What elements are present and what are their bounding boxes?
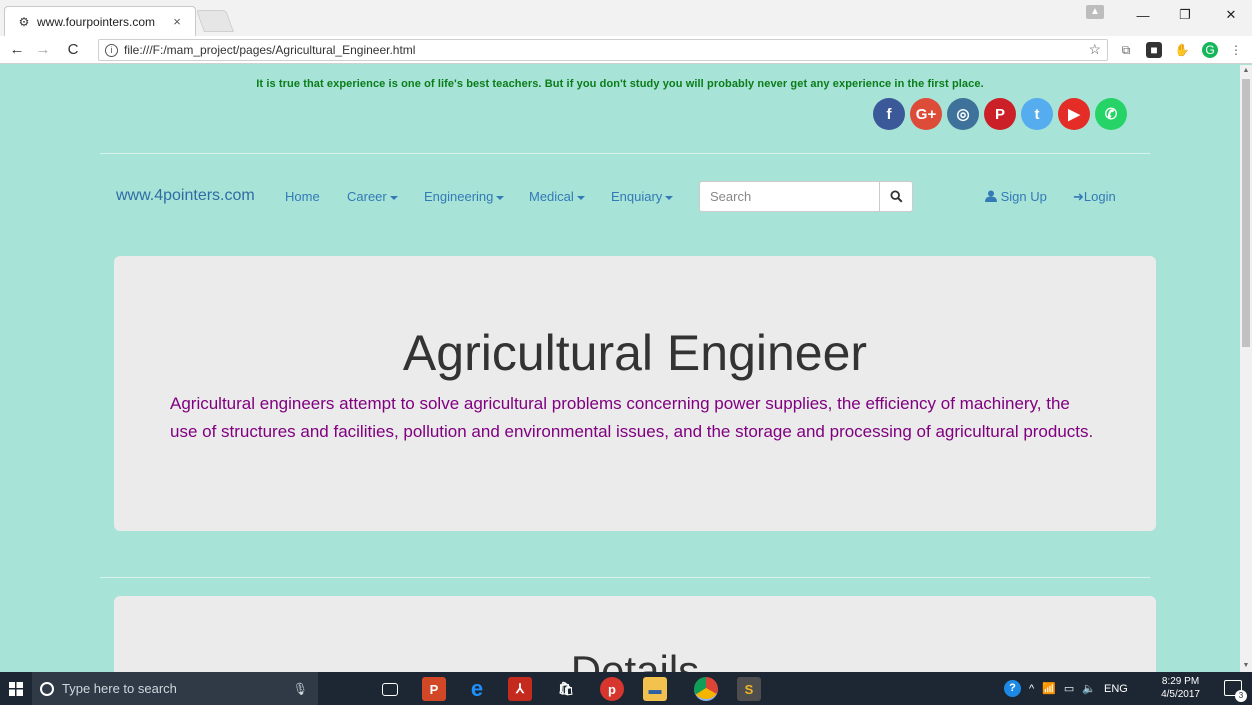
volume-icon[interactable]: 🔈 — [1082, 682, 1096, 695]
search-form — [699, 181, 913, 212]
network-icon[interactable]: 📶 — [1042, 682, 1056, 695]
browser-menu-icon[interactable]: ⋮ — [1228, 42, 1244, 58]
caret-down-icon — [665, 195, 674, 200]
chevron-up-icon[interactable]: ^ — [1029, 683, 1034, 695]
help-icon[interactable]: ? — [1004, 680, 1021, 697]
store-icon[interactable]: 🛍 — [554, 677, 578, 701]
page-title: Agricultural Engineer — [402, 325, 868, 381]
nav-enquiry-label: Enquiary — [611, 189, 663, 204]
close-window-button[interactable]: ✕ — [1210, 0, 1252, 30]
start-button[interactable] — [0, 672, 32, 705]
taskbar-search-box[interactable]: Type here to search 🎙 — [32, 672, 318, 705]
task-view-icon[interactable] — [382, 683, 398, 696]
social-links: f G+ ◎ Pt ▶ ✆ — [873, 98, 1127, 130]
page-viewport: It is true that experience is one of lif… — [0, 65, 1240, 672]
caret-down-icon — [389, 195, 398, 200]
twitter-icon[interactable]: t — [1021, 98, 1053, 130]
divider — [100, 577, 1150, 578]
login-link[interactable]: ➜Login — [1073, 189, 1116, 205]
notification-count: 3 — [1235, 690, 1247, 702]
restore-button[interactable]: ❐ — [1164, 0, 1206, 30]
pdf-reader-icon[interactable]: p — [600, 677, 624, 701]
clock-date: 4/5/2017 — [1161, 689, 1200, 700]
signup-link[interactable]: Sign Up — [985, 189, 1047, 204]
page-description: Agricultural engineers attempt to solve … — [170, 394, 1094, 441]
page-scrollbar[interactable]: ▲ ▼ — [1240, 65, 1252, 672]
instagram-icon[interactable]: ◎ — [947, 98, 979, 130]
chrome-icon[interactable] — [694, 677, 718, 701]
brand-link[interactable]: www.4pointers.com — [116, 187, 255, 205]
main-jumbotron: Agricultural Engineer Agricultural engin… — [114, 256, 1156, 531]
address-toolbar: ← → C i file:///F:/mam_project/pages/Agr… — [0, 36, 1252, 64]
site-navbar: www.4pointers.com Home Career Engineerin… — [0, 180, 1240, 220]
caret-down-icon — [576, 195, 585, 200]
nav-engineering[interactable]: Engineering — [424, 189, 505, 204]
minimize-button[interactable]: — — [1122, 0, 1164, 30]
details-jumbotron: Details — [114, 596, 1156, 672]
profile-icon[interactable]: ▲ — [1086, 5, 1104, 19]
clock[interactable]: 8:29 PM 4/5/2017 — [1161, 675, 1200, 701]
search-icon — [889, 190, 903, 203]
site-favicon-icon: ⚙ — [18, 14, 30, 29]
battery-icon[interactable]: ▭ — [1064, 682, 1074, 695]
divider — [100, 153, 1150, 154]
search-input[interactable] — [699, 181, 879, 212]
browser-tab[interactable]: ⚙ www.fourpointers.com × — [4, 6, 196, 36]
url-bar[interactable]: i file:///F:/mam_project/pages/Agricultu… — [98, 39, 1108, 61]
microphone-icon[interactable]: 🎙 — [293, 682, 308, 696]
details-title: Details — [570, 647, 700, 672]
login-label: Login — [1083, 189, 1116, 204]
extension-cast-icon[interactable]: ⧉ — [1118, 42, 1134, 58]
reload-button[interactable]: C — [62, 40, 84, 60]
cortana-icon — [40, 681, 54, 696]
user-icon — [985, 190, 997, 202]
nav-medical-label: Medical — [529, 189, 574, 204]
tab-close-icon[interactable]: × — [169, 14, 185, 29]
language-indicator[interactable]: ENG — [1104, 683, 1128, 695]
new-tab-button[interactable] — [195, 10, 235, 32]
nav-engineering-label: Engineering — [424, 189, 494, 204]
acrobat-icon[interactable]: ⅄ — [508, 677, 532, 701]
facebook-icon[interactable]: f — [873, 98, 905, 130]
extension-incognito-icon[interactable]: ■ — [1146, 42, 1162, 58]
notifications-icon[interactable]: 3 — [1224, 680, 1247, 702]
scroll-down-arrow-icon[interactable]: ▼ — [1240, 660, 1252, 672]
windows-taskbar: Type here to search 🎙 P e ⅄ 🛍 p ▬ S ? ^ … — [0, 672, 1252, 705]
google-plus-icon[interactable]: G+ — [910, 98, 942, 130]
powerpoint-icon[interactable]: P — [422, 677, 446, 701]
system-tray: ? ^ 📶 ▭ 🔈 ENG — [1004, 672, 1128, 705]
nav-home[interactable]: Home — [285, 189, 320, 204]
url-text: file:///F:/mam_project/pages/Agricultura… — [124, 43, 416, 57]
nav-medical[interactable]: Medical — [529, 189, 585, 204]
forward-button[interactable]: → — [32, 40, 54, 60]
extension-hand-icon[interactable]: ✋ — [1174, 42, 1190, 58]
bookmark-star-icon[interactable]: ☆ — [1088, 41, 1101, 58]
header-quote: It is true that experience is one of lif… — [256, 78, 984, 90]
edge-icon[interactable]: e — [465, 676, 489, 701]
scroll-up-arrow-icon[interactable]: ▲ — [1240, 65, 1252, 77]
scrollbar-thumb[interactable] — [1242, 79, 1250, 347]
clock-time: 8:29 PM — [1161, 676, 1200, 687]
file-explorer-icon[interactable]: ▬ — [643, 677, 667, 701]
search-button[interactable] — [879, 181, 913, 212]
caret-down-icon — [496, 195, 505, 200]
nav-career[interactable]: Career — [347, 189, 398, 204]
login-icon: ➜ — [1073, 189, 1084, 204]
browser-tab-strip: ⚙ www.fourpointers.com × ▲ — ❐ ✕ — [0, 0, 1252, 36]
taskbar-search-placeholder: Type here to search — [62, 681, 177, 696]
sublime-icon[interactable]: S — [737, 677, 761, 701]
nav-career-label: Career — [347, 189, 387, 204]
whatsapp-icon[interactable]: ✆ — [1095, 98, 1127, 130]
youtube-icon[interactable]: ▶ — [1058, 98, 1090, 130]
back-button[interactable]: ← — [6, 40, 28, 60]
pinterest-icon[interactable]: P — [984, 98, 1016, 130]
windows-logo-icon — [9, 681, 23, 696]
site-info-icon[interactable]: i — [105, 43, 118, 57]
tab-title: www.fourpointers.com — [37, 14, 156, 29]
signup-label: Sign Up — [1000, 189, 1047, 204]
nav-enquiry[interactable]: Enquiary — [611, 189, 674, 204]
extension-grammarly-icon[interactable]: G — [1202, 42, 1218, 58]
